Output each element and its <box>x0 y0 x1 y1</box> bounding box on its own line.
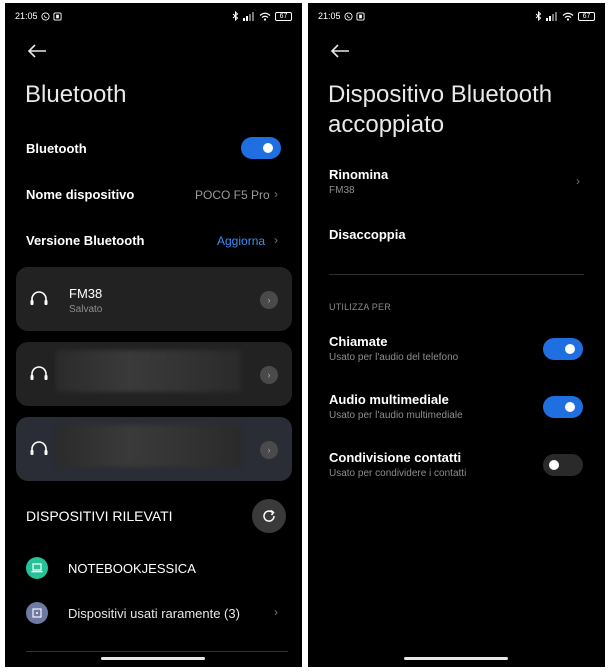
battery-icon: 67 <box>275 11 292 21</box>
chevron-right-icon: › <box>576 174 580 188</box>
divider <box>26 651 288 652</box>
divider <box>329 274 584 275</box>
device-details-button[interactable]: › <box>260 366 278 384</box>
home-indicator[interactable] <box>404 657 508 660</box>
bluetooth-version-label: Versione Bluetooth <box>26 233 145 248</box>
media-audio-toggle[interactable] <box>543 396 583 418</box>
whatsapp-icon <box>40 11 50 21</box>
paired-device-card[interactable]: › <box>16 417 292 481</box>
toggle-knob <box>565 344 575 354</box>
unpair-label: Disaccoppia <box>329 227 406 242</box>
status-time: 21:05 <box>318 11 341 21</box>
calls-toggle-row[interactable]: Chiamate Usato per l'audio del telefono <box>308 328 605 374</box>
blurred-device-name <box>56 425 241 467</box>
whatsapp-icon <box>343 11 353 21</box>
device-icon <box>26 602 48 624</box>
paired-device-status: Salvato <box>69 304 103 315</box>
toggle-knob <box>565 402 575 412</box>
status-icons: 67 <box>535 11 595 21</box>
refresh-button[interactable] <box>252 499 286 533</box>
device-name-value: POCO F5 Pro <box>195 188 270 202</box>
home-indicator[interactable] <box>101 657 205 660</box>
page-title-line: accoppiato <box>328 111 445 138</box>
blurred-device-name <box>56 350 241 392</box>
laptop-icon <box>26 557 48 579</box>
bluetooth-version-row[interactable]: Versione Bluetooth Aggiorna › <box>5 220 302 262</box>
toggle-knob <box>549 460 559 470</box>
bluetooth-toggle-row[interactable]: Bluetooth <box>5 128 302 170</box>
headphones-icon <box>29 439 49 462</box>
status-time: 21:05 <box>15 11 38 21</box>
device-details-button[interactable]: › <box>260 441 278 459</box>
bluetooth-status-icon <box>535 11 542 21</box>
contact-sharing-label: Condivisione contatti <box>329 450 462 465</box>
rename-row[interactable]: Rinomina FM38 › <box>308 161 605 205</box>
rename-value: FM38 <box>329 185 355 196</box>
notification-icon <box>52 11 62 21</box>
contact-sharing-toggle-row[interactable]: Condivisione contatti Usato per condivid… <box>308 444 605 490</box>
bluetooth-settings-screen: 21:05 67 Bluetooth Bluetooth Nome dispos… <box>5 3 302 667</box>
unpair-row[interactable]: Disaccoppia <box>308 219 605 253</box>
toggle-knob <box>263 143 273 153</box>
paired-device-card[interactable]: FM38 Salvato › <box>16 267 292 331</box>
media-audio-toggle-row[interactable]: Audio multimediale Usato per l'audio mul… <box>308 386 605 432</box>
calls-description: Usato per l'audio del telefono <box>329 352 459 363</box>
section-header: UTILIZZA PER <box>329 302 391 312</box>
paired-device-screen: 21:05 67 Dispositivo Bluetooth accoppiat… <box>308 3 605 667</box>
paired-device-card[interactable]: › <box>16 342 292 406</box>
back-arrow-icon <box>27 44 46 58</box>
device-name-label: Nome dispositivo <box>26 187 135 202</box>
device-details-button[interactable]: › <box>260 291 278 309</box>
status-icons: 67 <box>232 11 292 21</box>
headphones-icon <box>29 289 49 312</box>
bluetooth-toggle[interactable] <box>241 137 281 159</box>
battery-icon: 67 <box>578 11 595 21</box>
bluetooth-status-icon <box>232 11 239 21</box>
contact-sharing-toggle[interactable] <box>543 454 583 476</box>
page-title-line: Dispositivo Bluetooth <box>328 81 553 108</box>
wifi-icon <box>562 12 574 21</box>
chevron-right-icon: › <box>274 187 278 201</box>
rarely-used-label: Dispositivi usati raramente (3) <box>68 606 240 621</box>
refresh-icon <box>263 509 275 522</box>
detected-device-item[interactable]: NOTEBOOKJESSICA <box>5 551 302 587</box>
page-title: Dispositivo Bluetooth accoppiato <box>328 80 552 140</box>
page-title: Bluetooth <box>25 81 127 108</box>
back-button[interactable] <box>26 43 48 59</box>
chevron-right-icon: › <box>274 605 278 619</box>
calls-toggle[interactable] <box>543 338 583 360</box>
headphones-icon <box>29 364 49 387</box>
media-audio-description: Usato per l'audio multimediale <box>329 410 463 421</box>
media-audio-label: Audio multimediale <box>329 392 449 407</box>
notification-icon <box>355 11 365 21</box>
calls-label: Chiamate <box>329 334 388 349</box>
detected-devices-header: DISPOSITIVI RILEVATI <box>26 508 173 524</box>
status-bar: 21:05 <box>318 11 365 21</box>
chevron-right-icon: › <box>274 233 278 247</box>
back-button[interactable] <box>329 43 351 59</box>
wifi-icon <box>259 12 271 21</box>
contact-sharing-description: Usato per condividere i contatti <box>329 468 467 479</box>
device-name-row[interactable]: Nome dispositivo POCO F5 Pro › <box>5 174 302 216</box>
bluetooth-label: Bluetooth <box>26 141 87 156</box>
detected-device-name: NOTEBOOKJESSICA <box>68 561 196 576</box>
signal-icon <box>546 11 558 21</box>
status-bar: 21:05 <box>15 11 62 21</box>
paired-device-name: FM38 <box>69 286 103 301</box>
rename-label: Rinomina <box>329 167 389 182</box>
update-link[interactable]: Aggiorna <box>217 234 265 248</box>
signal-icon <box>243 11 255 21</box>
back-arrow-icon <box>330 44 349 58</box>
rarely-used-devices-row[interactable]: Dispositivi usati raramente (3) › <box>5 596 302 632</box>
